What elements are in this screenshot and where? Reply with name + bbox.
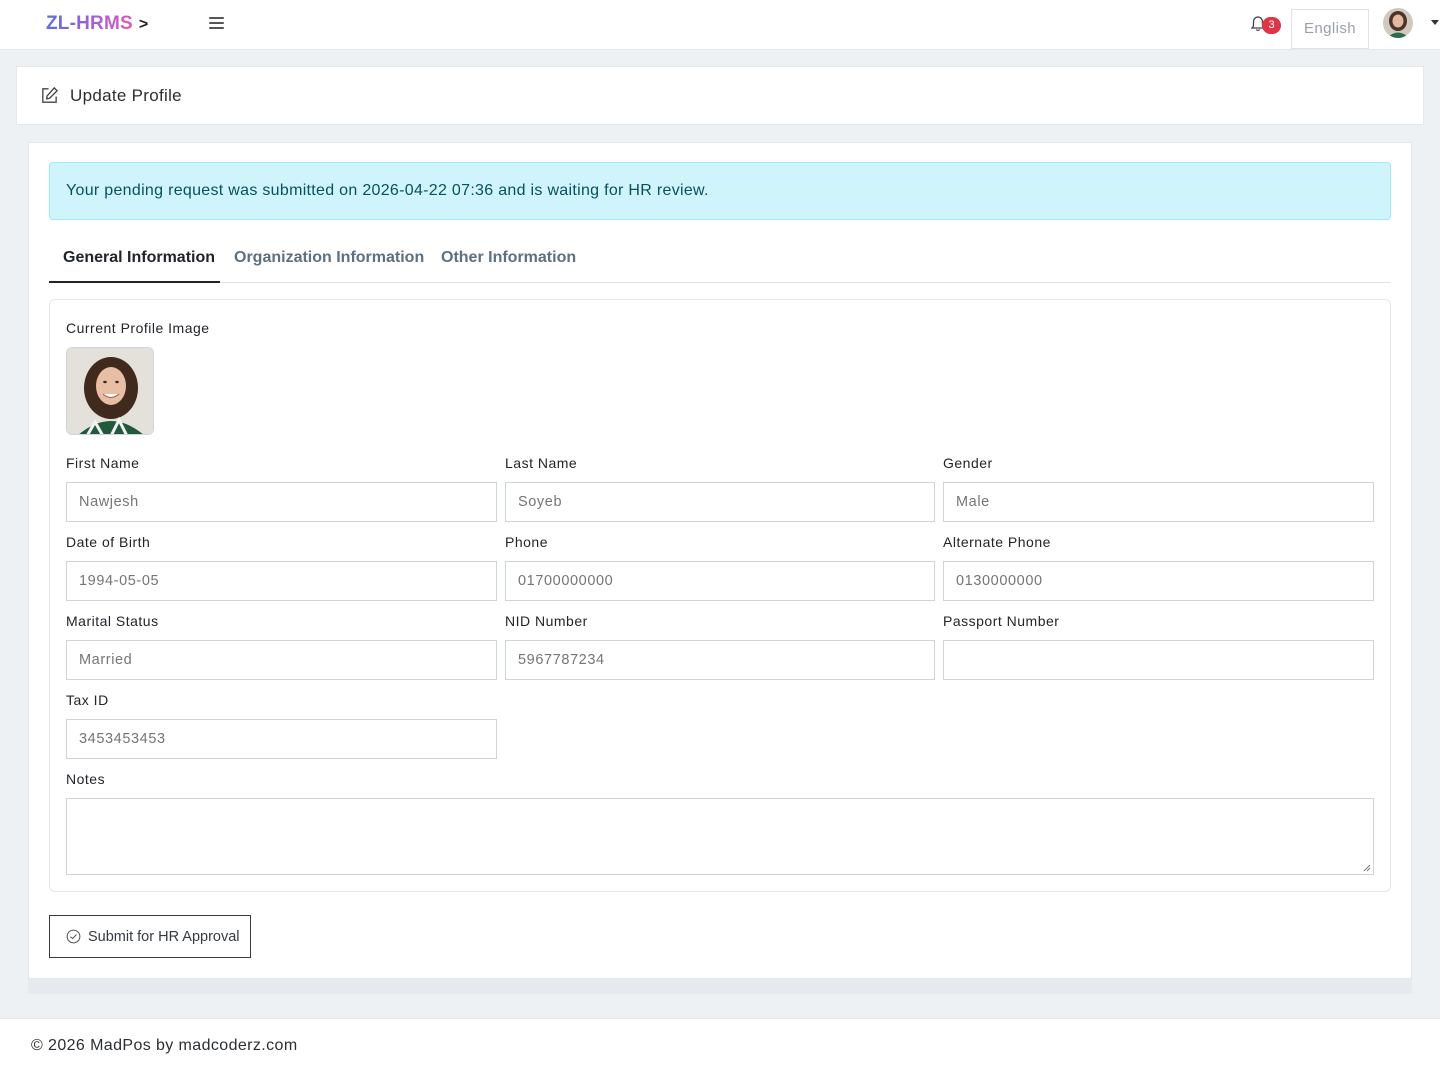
gender-label: Gender <box>943 455 993 471</box>
phone-input[interactable] <box>505 561 935 601</box>
tab-organization-information[interactable]: Organization Information <box>234 238 424 283</box>
brand-chevron: > <box>138 16 149 33</box>
gender-input[interactable] <box>943 482 1374 522</box>
tax-id-label: Tax ID <box>66 692 109 708</box>
user-menu-caret-icon[interactable] <box>1431 20 1439 25</box>
brand-name: ZL-HRMS <box>46 13 133 34</box>
first-name-input[interactable] <box>66 482 497 522</box>
nid-number-input[interactable] <box>505 640 935 680</box>
brand-logo[interactable]: ZL-HRMS > <box>46 13 148 35</box>
notification-badge: 3 <box>1262 17 1281 34</box>
last-name-label: Last Name <box>505 455 578 471</box>
submit-button-label: Submit for HR Approval <box>88 929 240 945</box>
dob-label: Date of Birth <box>66 534 151 550</box>
phone-label: Phone <box>505 534 548 550</box>
marital-status-input[interactable] <box>66 640 497 680</box>
card-bottom-strip <box>28 979 1412 994</box>
user-avatar[interactable] <box>1383 8 1413 38</box>
dob-input[interactable] <box>66 561 497 601</box>
passport-number-input[interactable] <box>943 640 1374 680</box>
tax-id-input[interactable] <box>66 719 497 759</box>
profile-image-label: Current Profile Image <box>66 320 210 336</box>
edit-icon <box>42 86 59 103</box>
nid-number-label: NID Number <box>505 613 588 629</box>
notes-label: Notes <box>66 771 106 787</box>
menu-toggle-icon[interactable] <box>209 17 224 31</box>
check-circle-icon <box>66 929 81 944</box>
language-selector[interactable]: English <box>1291 9 1369 49</box>
passport-number-label: Passport Number <box>943 613 1060 629</box>
resize-grip-icon[interactable] <box>1363 864 1371 872</box>
top-navbar: ZL-HRMS > 3 English <box>0 0 1440 50</box>
profile-card: Your pending request was submitted on 20… <box>28 142 1412 979</box>
pending-request-alert: Your pending request was submitted on 20… <box>49 162 1391 220</box>
tab-other-information[interactable]: Other Information <box>441 238 576 283</box>
last-name-input[interactable] <box>505 482 935 522</box>
footer: © 2026 MadPos by madcoderz.com <box>0 1018 1440 1074</box>
page-title: Update Profile <box>70 86 182 105</box>
notes-textarea[interactable] <box>66 798 1374 875</box>
general-information-form: Current Profile Image First Name Last Na… <box>49 299 1391 892</box>
tab-general-information[interactable]: General Information <box>49 238 220 283</box>
alternate-phone-input[interactable] <box>943 561 1374 601</box>
alternate-phone-label: Alternate Phone <box>943 534 1051 550</box>
profile-tabs: General Information Organization Informa… <box>49 238 1391 283</box>
first-name-label: First Name <box>66 455 140 471</box>
profile-image <box>66 347 154 435</box>
submit-for-hr-approval-button[interactable]: Submit for HR Approval <box>49 915 251 958</box>
marital-status-label: Marital Status <box>66 613 159 629</box>
page-header: Update Profile <box>16 66 1424 125</box>
footer-copyright: © 2026 MadPos by madcoderz.com <box>31 1037 298 1054</box>
